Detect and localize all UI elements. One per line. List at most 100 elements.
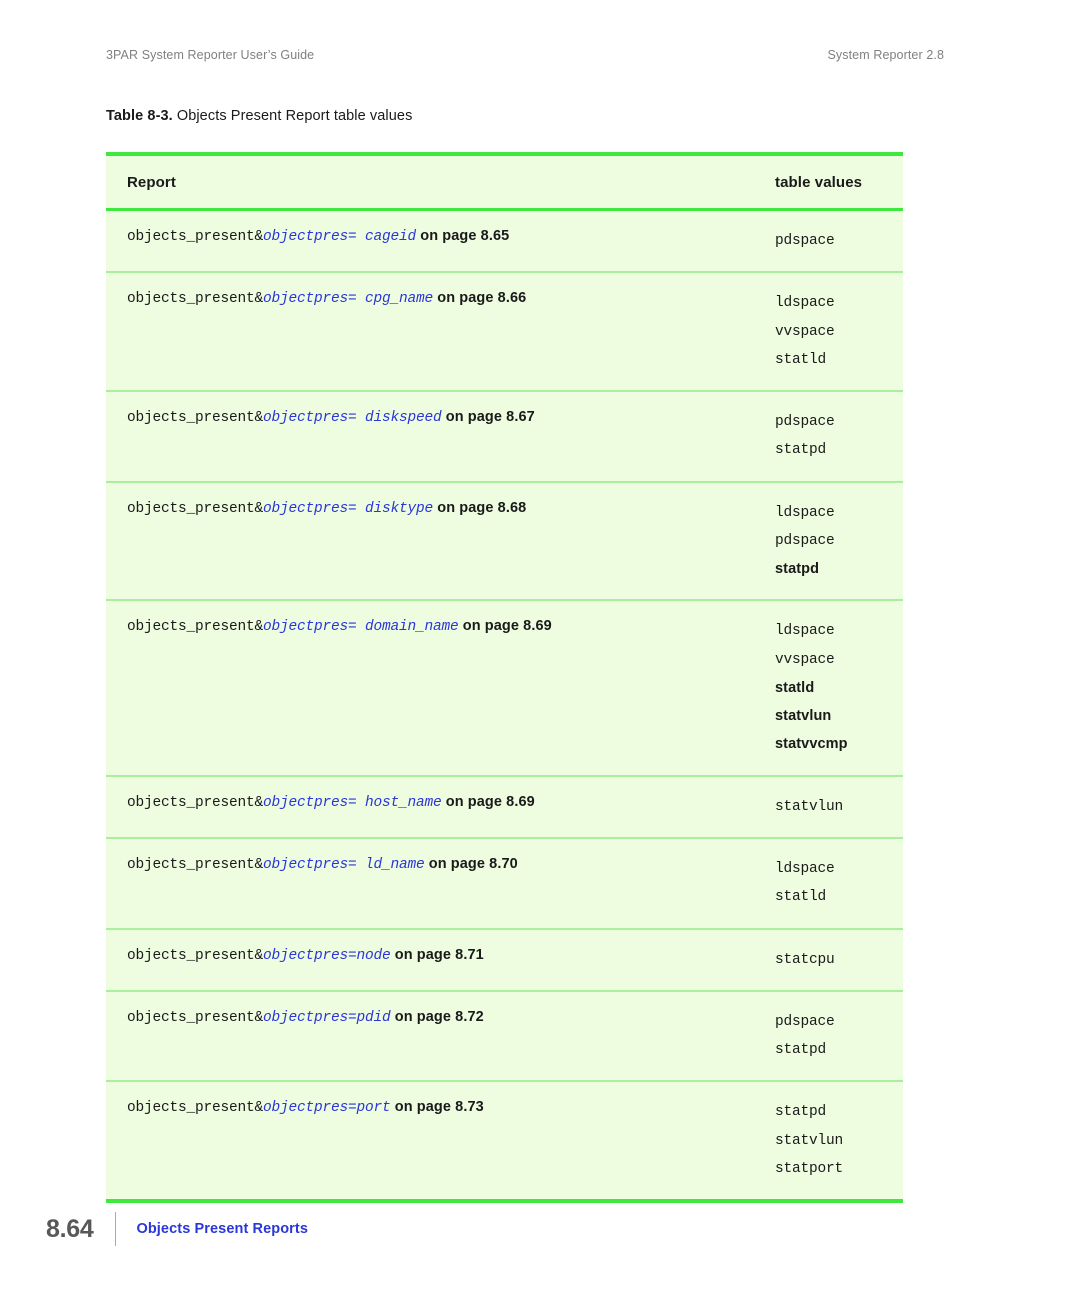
table-row: objects_present&objectpres=pdid on page … xyxy=(106,992,903,1083)
report-cross-reference[interactable]: objects_present&objectpres=port on page … xyxy=(127,1098,484,1117)
table-body: objects_present&objectpres= cageid on pa… xyxy=(106,211,903,1199)
xref-prefix: objects_present& xyxy=(127,1009,264,1026)
xref-parameter[interactable]: objectpres= ld_name xyxy=(263,857,425,873)
table-value-item: statvlun xyxy=(775,1132,844,1149)
table-value-item: ldspace xyxy=(775,623,835,640)
report-cross-reference[interactable]: objects_present&objectpres=node on page … xyxy=(127,946,484,964)
report-cell: objects_present&objectpres= disktype on … xyxy=(106,483,754,534)
report-cell: objects_present&objectpres=pdid on page … xyxy=(106,992,754,1043)
report-cell: objects_present&objectpres= host_name on… xyxy=(106,777,754,828)
table-row: objects_present&objectpres= host_name on… xyxy=(106,777,903,839)
table-values-list: statcpu xyxy=(775,946,903,974)
running-header: 3PAR System Reporter User’s Guide System… xyxy=(106,48,944,62)
table-row: objects_present&objectpres=node on page … xyxy=(106,930,903,992)
table-value-item: statcpu xyxy=(775,951,835,968)
xref-prefix: objects_present& xyxy=(127,856,264,873)
xref-parameter[interactable]: objectpres= host_name xyxy=(263,795,442,811)
xref-prefix: objects_present& xyxy=(127,229,264,245)
table-values-cell: statpd statvlun statport xyxy=(754,1082,903,1199)
report-cross-reference[interactable]: objects_present&objectpres= cpg_name on … xyxy=(127,289,527,307)
table-row: objects_present&objectpres= cageid on pa… xyxy=(106,211,903,274)
table-row: objects_present&objectpres= ld_name on p… xyxy=(106,839,903,930)
table-values-cell: statvlun xyxy=(754,777,903,837)
table-values-cell: pdspace statpd xyxy=(754,992,903,1081)
report-cross-reference[interactable]: objects_present&objectpres=pdid on page … xyxy=(127,1008,484,1026)
table-values-cell: statcpu xyxy=(754,930,903,990)
xref-parameter[interactable]: objectpres= domain_name xyxy=(263,619,459,635)
report-cross-reference[interactable]: objects_present&objectpres= diskspeed on… xyxy=(127,408,535,427)
xref-parameter[interactable]: objectpres= cpg_name xyxy=(263,291,433,307)
xref-page-reference: on page 8.71 xyxy=(394,946,484,963)
table-values-list: pdspace statpd xyxy=(775,408,903,465)
table-value-item: statld xyxy=(775,679,815,696)
report-cell: objects_present&objectpres= cpg_name on … xyxy=(106,273,754,324)
table-values-cell: pdspace xyxy=(754,211,903,271)
table-values-cell: ldspace statld xyxy=(754,839,903,928)
xref-prefix: objects_present& xyxy=(127,410,264,427)
table-row: objects_present&objectpres= diskspeed on… xyxy=(106,392,903,483)
table-value-item: statld xyxy=(775,889,827,906)
column-header-table-values: table values xyxy=(775,173,863,191)
table-caption-text: Objects Present Report table values xyxy=(176,108,413,124)
table-values-cell: ldspace pdspace statpd xyxy=(754,483,903,600)
xref-prefix: objects_present& xyxy=(127,500,264,517)
report-cell: objects_present&objectpres= ld_name on p… xyxy=(106,839,754,890)
report-cross-reference[interactable]: objects_present&objectpres= cageid on pa… xyxy=(127,227,509,245)
xref-page-reference: on page 8.69 xyxy=(462,618,552,635)
running-header-book-title: 3PAR System Reporter User’s Guide xyxy=(106,48,315,62)
table-value-item: ldspace xyxy=(775,860,835,877)
xref-parameter[interactable]: objectpres= cageid xyxy=(263,229,416,245)
table-values-list: ldspace pdspace statpd xyxy=(775,499,903,584)
page-number: 8.64 xyxy=(46,1214,94,1243)
xref-page-reference: on page 8.67 xyxy=(445,409,535,426)
table-caption: Table 8-3. Objects Present Report table v… xyxy=(106,108,412,124)
xref-page-reference: on page 8.73 xyxy=(394,1099,484,1116)
table-value-item: pdspace xyxy=(775,532,835,549)
report-cell: objects_present&objectpres= cageid on pa… xyxy=(106,211,754,262)
table-values-list: ldspace vvspace statld statvlun statvvcmp xyxy=(775,617,903,758)
report-cell: objects_present&objectpres=node on page … xyxy=(106,930,754,981)
table-value-item: statport xyxy=(775,1160,844,1177)
table-value-item: statpd xyxy=(775,561,820,578)
table-header-row: Report table values xyxy=(106,156,903,211)
report-cross-reference[interactable]: objects_present&objectpres= ld_name on p… xyxy=(127,855,518,873)
table-value-item: vvspace xyxy=(775,651,835,668)
report-cross-reference[interactable]: objects_present&objectpres= host_name on… xyxy=(127,793,535,811)
table-row: objects_present&objectpres= disktype on … xyxy=(106,483,903,602)
xref-page-reference: on page 8.66 xyxy=(437,290,527,307)
table-values-list: ldspace vvspace statld xyxy=(775,289,903,374)
column-header-report: Report xyxy=(127,173,176,191)
report-cell: objects_present&objectpres= domain_name … xyxy=(106,601,754,652)
table-value-item: vvspace xyxy=(775,323,835,340)
table-values-cell: ldspace vvspace statld xyxy=(754,273,903,390)
report-cross-reference[interactable]: objects_present&objectpres= domain_name … xyxy=(127,617,552,635)
table-value-item: pdspace xyxy=(775,1013,835,1030)
table-value-item: ldspace xyxy=(775,504,835,521)
report-cross-reference[interactable]: objects_present&objectpres= disktype on … xyxy=(127,499,526,517)
table-values-cell: ldspace vvspace statld statvlun statvvcmp xyxy=(754,601,903,774)
table-values-cell: pdspace statpd xyxy=(754,392,903,481)
xref-prefix: objects_present& xyxy=(127,1100,264,1117)
xref-parameter[interactable]: objectpres=pdid xyxy=(263,1010,391,1026)
table-value-item: statvlun xyxy=(775,798,844,815)
report-cell: objects_present&objectpres=port on page … xyxy=(106,1082,754,1133)
table-values-list: pdspace statpd xyxy=(775,1008,903,1065)
footer-section-title: Objects Present Reports xyxy=(136,1221,308,1237)
table-row: objects_present&objectpres= cpg_name on … xyxy=(106,273,903,393)
table-value-item: pdspace xyxy=(775,233,835,249)
table-values-list: statvlun xyxy=(775,793,903,821)
table-value-item: ldspace xyxy=(775,295,835,312)
table-row: objects_present&objectpres=port on page … xyxy=(106,1082,903,1199)
xref-parameter[interactable]: objectpres=port xyxy=(263,1100,391,1116)
xref-parameter[interactable]: objectpres= disktype xyxy=(263,501,433,517)
xref-parameter[interactable]: objectpres= diskspeed xyxy=(263,410,442,426)
xref-prefix: objects_present& xyxy=(127,794,264,811)
table-value-item: statvlun xyxy=(775,708,832,725)
xref-prefix: objects_present& xyxy=(127,947,264,964)
table-value-item: statld xyxy=(775,351,827,368)
xref-parameter[interactable]: objectpres=node xyxy=(263,948,391,964)
footer-divider xyxy=(115,1212,117,1246)
table-values-list: pdspace xyxy=(775,227,903,255)
page-footer: 8.64 Objects Present Reports xyxy=(46,1212,308,1246)
table-value-item: pdspace xyxy=(775,414,835,431)
